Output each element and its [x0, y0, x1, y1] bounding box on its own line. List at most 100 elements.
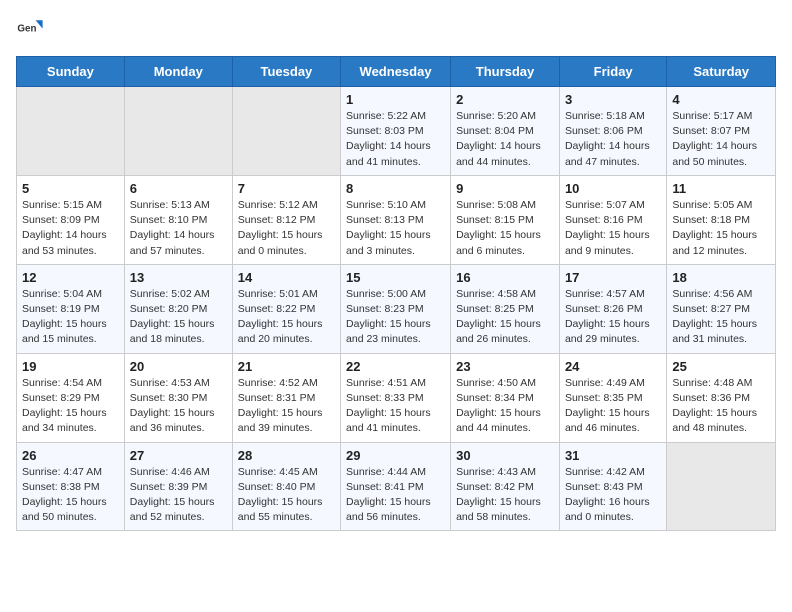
day-info: Sunrise: 4:50 AMSunset: 8:34 PMDaylight:… — [456, 376, 554, 437]
day-info: Sunrise: 4:51 AMSunset: 8:33 PMDaylight:… — [346, 376, 445, 437]
day-number: 23 — [456, 359, 554, 374]
day-number: 5 — [22, 181, 119, 196]
calendar-cell: 16 Sunrise: 4:58 AMSunset: 8:25 PMDayligh… — [451, 264, 560, 353]
calendar-cell: 31 Sunrise: 4:42 AMSunset: 8:43 PMDayligh… — [559, 442, 666, 531]
calendar-cell: 17 Sunrise: 4:57 AMSunset: 8:26 PMDayligh… — [559, 264, 666, 353]
day-number: 30 — [456, 448, 554, 463]
svg-text:Gen: Gen — [17, 23, 36, 34]
column-header-monday: Monday — [124, 57, 232, 87]
day-info: Sunrise: 5:20 AMSunset: 8:04 PMDaylight:… — [456, 109, 554, 170]
calendar-cell: 3 Sunrise: 5:18 AMSunset: 8:06 PMDaylight… — [559, 87, 666, 176]
day-number: 7 — [238, 181, 335, 196]
day-number: 8 — [346, 181, 445, 196]
day-number: 6 — [130, 181, 227, 196]
day-number: 16 — [456, 270, 554, 285]
calendar-cell: 8 Sunrise: 5:10 AMSunset: 8:13 PMDaylight… — [341, 175, 451, 264]
calendar-header-row: SundayMondayTuesdayWednesdayThursdayFrid… — [17, 57, 776, 87]
calendar-cell — [17, 87, 125, 176]
day-number: 4 — [672, 92, 770, 107]
day-info: Sunrise: 4:42 AMSunset: 8:43 PMDaylight:… — [565, 465, 661, 526]
day-number: 31 — [565, 448, 661, 463]
day-info: Sunrise: 4:46 AMSunset: 8:39 PMDaylight:… — [130, 465, 227, 526]
day-info: Sunrise: 5:04 AMSunset: 8:19 PMDaylight:… — [22, 287, 119, 348]
day-info: Sunrise: 4:52 AMSunset: 8:31 PMDaylight:… — [238, 376, 335, 437]
calendar-cell: 15 Sunrise: 5:00 AMSunset: 8:23 PMDayligh… — [341, 264, 451, 353]
day-number: 17 — [565, 270, 661, 285]
day-info: Sunrise: 4:44 AMSunset: 8:41 PMDaylight:… — [346, 465, 445, 526]
calendar-cell: 9Sunrise: 5:08 AMSunset: 8:15 PMDaylight… — [451, 175, 560, 264]
column-header-wednesday: Wednesday — [341, 57, 451, 87]
calendar-cell: 26Sunrise: 4:47 AMSunset: 8:38 PMDayligh… — [17, 442, 125, 531]
day-number: 28 — [238, 448, 335, 463]
day-info: Sunrise: 5:10 AMSunset: 8:13 PMDaylight:… — [346, 198, 445, 259]
day-number: 18 — [672, 270, 770, 285]
logo-icon: Gen — [16, 16, 44, 44]
column-header-tuesday: Tuesday — [232, 57, 340, 87]
day-number: 19 — [22, 359, 119, 374]
calendar-cell: 20Sunrise: 4:53 AMSunset: 8:30 PMDayligh… — [124, 353, 232, 442]
calendar-cell: 10 Sunrise: 5:07 AMSunset: 8:16 PMDayligh… — [559, 175, 666, 264]
day-info: Sunrise: 4:43 AMSunset: 8:42 PMDaylight:… — [456, 465, 554, 526]
calendar-cell: 11 Sunrise: 5:05 AMSunset: 8:18 PMDayligh… — [667, 175, 776, 264]
calendar-cell — [232, 87, 340, 176]
day-info: Sunrise: 4:54 AMSunset: 8:29 PMDaylight:… — [22, 376, 119, 437]
calendar-week-row: 5 Sunrise: 5:15 AMSunset: 8:09 PMDaylight… — [17, 175, 776, 264]
day-info: Sunrise: 4:49 AMSunset: 8:35 PMDaylight:… — [565, 376, 661, 437]
logo: Gen — [16, 16, 48, 44]
day-info: Sunrise: 5:17 AMSunset: 8:07 PMDaylight:… — [672, 109, 770, 170]
day-number: 21 — [238, 359, 335, 374]
day-number: 12 — [22, 270, 119, 285]
calendar-cell: 7Sunrise: 5:12 AMSunset: 8:12 PMDaylight… — [232, 175, 340, 264]
day-number: 2 — [456, 92, 554, 107]
day-number: 13 — [130, 270, 227, 285]
calendar-cell: 29 Sunrise: 4:44 AMSunset: 8:41 PMDayligh… — [341, 442, 451, 531]
day-number: 22 — [346, 359, 445, 374]
calendar-cell: 1 Sunrise: 5:22 AMSunset: 8:03 PMDaylight… — [341, 87, 451, 176]
day-info: Sunrise: 5:01 AMSunset: 8:22 PMDaylight:… — [238, 287, 335, 348]
calendar-cell: 21 Sunrise: 4:52 AMSunset: 8:31 PMDayligh… — [232, 353, 340, 442]
day-number: 9 — [456, 181, 554, 196]
day-info: Sunrise: 4:58 AMSunset: 8:25 PMDaylight:… — [456, 287, 554, 348]
calendar-cell: 2 Sunrise: 5:20 AMSunset: 8:04 PMDaylight… — [451, 87, 560, 176]
day-info: Sunrise: 5:22 AMSunset: 8:03 PMDaylight:… — [346, 109, 445, 170]
calendar-cell: 25 Sunrise: 4:48 AMSunset: 8:36 PMDayligh… — [667, 353, 776, 442]
day-info: Sunrise: 4:48 AMSunset: 8:36 PMDaylight:… — [672, 376, 770, 437]
column-header-thursday: Thursday — [451, 57, 560, 87]
day-number: 15 — [346, 270, 445, 285]
calendar-cell: 27 Sunrise: 4:46 AMSunset: 8:39 PMDayligh… — [124, 442, 232, 531]
day-info: Sunrise: 4:45 AMSunset: 8:40 PMDaylight:… — [238, 465, 335, 526]
page-header: Gen — [16, 16, 776, 44]
day-info: Sunrise: 5:05 AMSunset: 8:18 PMDaylight:… — [672, 198, 770, 259]
calendar-cell: 12 Sunrise: 5:04 AMSunset: 8:19 PMDayligh… — [17, 264, 125, 353]
calendar-cell: 13 Sunrise: 5:02 AMSunset: 8:20 PMDayligh… — [124, 264, 232, 353]
calendar-cell: 19 Sunrise: 4:54 AMSunset: 8:29 PMDayligh… — [17, 353, 125, 442]
day-number: 11 — [672, 181, 770, 196]
day-number: 3 — [565, 92, 661, 107]
calendar-cell: 23 Sunrise: 4:50 AMSunset: 8:34 PMDayligh… — [451, 353, 560, 442]
day-info: Sunrise: 4:47 AMSunset: 8:38 PMDaylight:… — [22, 465, 119, 526]
column-header-sunday: Sunday — [17, 57, 125, 87]
day-number: 24 — [565, 359, 661, 374]
day-info: Sunrise: 5:00 AMSunset: 8:23 PMDaylight:… — [346, 287, 445, 348]
day-info: Sunrise: 5:07 AMSunset: 8:16 PMDaylight:… — [565, 198, 661, 259]
column-header-saturday: Saturday — [667, 57, 776, 87]
day-number: 10 — [565, 181, 661, 196]
calendar-cell: 28 Sunrise: 4:45 AMSunset: 8:40 PMDayligh… — [232, 442, 340, 531]
day-number: 27 — [130, 448, 227, 463]
day-number: 29 — [346, 448, 445, 463]
day-number: 25 — [672, 359, 770, 374]
day-info: Sunrise: 5:02 AMSunset: 8:20 PMDaylight:… — [130, 287, 227, 348]
calendar-cell: 4 Sunrise: 5:17 AMSunset: 8:07 PMDaylight… — [667, 87, 776, 176]
calendar-week-row: 1 Sunrise: 5:22 AMSunset: 8:03 PMDaylight… — [17, 87, 776, 176]
day-info: Sunrise: 4:57 AMSunset: 8:26 PMDaylight:… — [565, 287, 661, 348]
day-number: 14 — [238, 270, 335, 285]
day-info: Sunrise: 5:15 AMSunset: 8:09 PMDaylight:… — [22, 198, 119, 259]
column-header-friday: Friday — [559, 57, 666, 87]
calendar-week-row: 19 Sunrise: 4:54 AMSunset: 8:29 PMDayligh… — [17, 353, 776, 442]
day-info: Sunrise: 5:18 AMSunset: 8:06 PMDaylight:… — [565, 109, 661, 170]
day-number: 1 — [346, 92, 445, 107]
calendar-week-row: 26Sunrise: 4:47 AMSunset: 8:38 PMDayligh… — [17, 442, 776, 531]
day-info: Sunrise: 4:56 AMSunset: 8:27 PMDaylight:… — [672, 287, 770, 348]
calendar-cell: 5 Sunrise: 5:15 AMSunset: 8:09 PMDaylight… — [17, 175, 125, 264]
calendar-cell: 14 Sunrise: 5:01 AMSunset: 8:22 PMDayligh… — [232, 264, 340, 353]
